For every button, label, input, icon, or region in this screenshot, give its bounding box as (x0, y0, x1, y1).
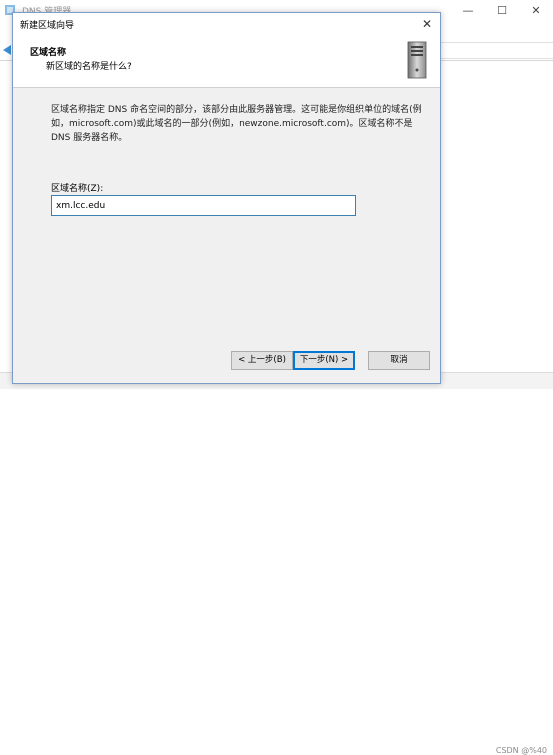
details-pane (438, 62, 553, 370)
wizard-content: 区域名称指定 DNS 命名空间的部分，该部分由此服务器管理。这可能是你组织单位的… (13, 88, 440, 338)
background-field (438, 42, 553, 59)
zone-name-description: 区域名称指定 DNS 命名空间的部分，该部分由此服务器管理。这可能是你组织单位的… (51, 105, 422, 143)
zone-name-input[interactable] (51, 195, 356, 216)
page-title: 区域名称 (30, 48, 67, 58)
cancel-button[interactable]: 取消 (368, 351, 430, 370)
server-icon (407, 41, 427, 79)
close-window-button[interactable]: ✕ (523, 3, 549, 19)
page-subtitle: 新区域的名称是什么? (46, 62, 132, 72)
dialog-titlebar: 新建区域向导 ✕ (13, 13, 440, 35)
maximize-button[interactable]: ☐ (489, 3, 515, 19)
tree-node-icon (3, 45, 11, 55)
zone-name-label: 区域名称(Z): (51, 184, 104, 194)
next-button[interactable]: 下一步(N) > (293, 351, 355, 370)
wizard-button-row: < 上一步(B) 下一步(N) > 取消 (13, 345, 440, 373)
minimize-button[interactable]: — (455, 3, 481, 19)
back-button[interactable]: < 上一步(B) (231, 351, 293, 370)
close-icon[interactable]: ✕ (416, 15, 438, 33)
wizard-header: 区域名称 新区域的名称是什么? (13, 35, 440, 88)
watermark: CSDN @%40 (495, 746, 547, 755)
new-zone-wizard-dialog: 新建区域向导 ✕ 区域名称 新区域的名称是什么? 区域名称指定 DNS 命名空间… (12, 12, 441, 384)
dialog-title: 新建区域向导 (20, 21, 75, 31)
